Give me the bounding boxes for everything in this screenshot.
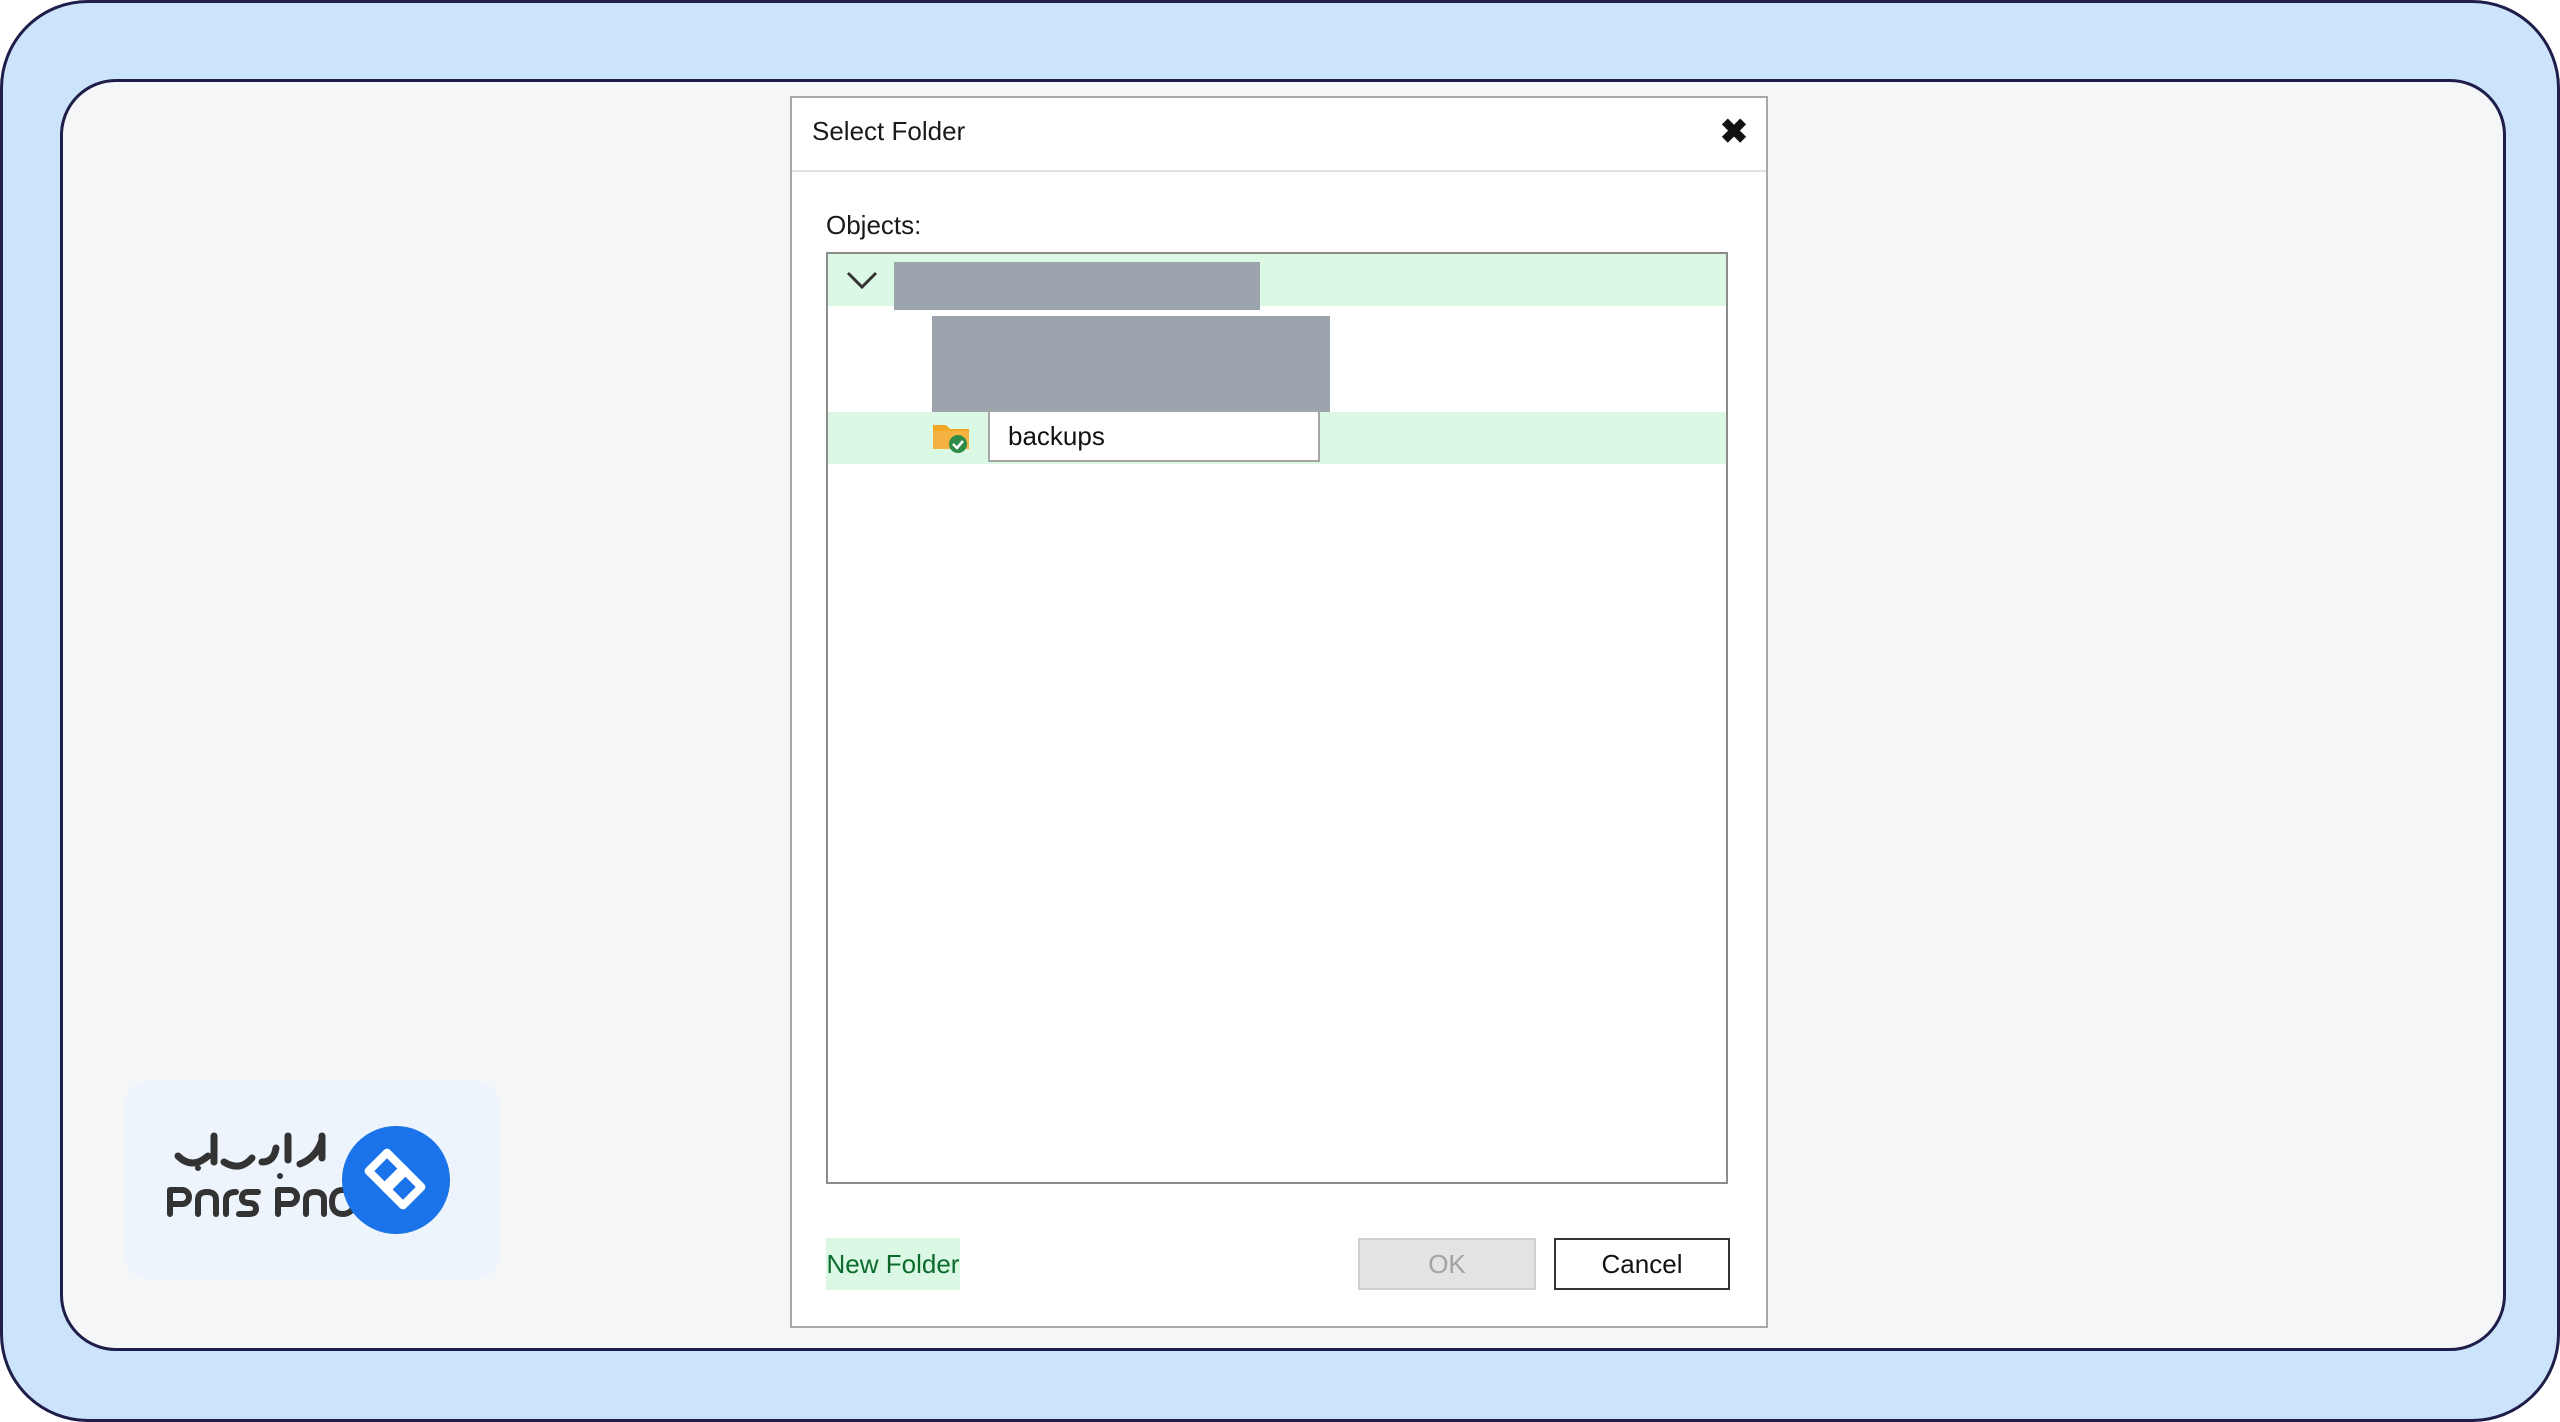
parspack-logo-mark (167, 1126, 450, 1234)
ok-button[interactable]: OK (1358, 1238, 1536, 1290)
cancel-button[interactable]: Cancel (1554, 1238, 1730, 1290)
redacted-root-label (894, 262, 1260, 310)
folder-icon (933, 425, 969, 453)
close-icon[interactable]: ✖ (1712, 110, 1756, 154)
folder-name-input[interactable] (988, 410, 1320, 462)
new-folder-button[interactable]: New Folder (826, 1238, 960, 1290)
chevron-down-icon[interactable] (844, 262, 880, 298)
dialog-title: Select Folder (812, 116, 966, 146)
tree-item-backups[interactable] (828, 410, 1726, 464)
parspack-logo (124, 1080, 500, 1280)
select-folder-dialog: Select Folder ✖ Objects: New Folder OK C… (790, 96, 1768, 1328)
objects-tree[interactable] (826, 252, 1728, 1184)
dialog-titlebar: Select Folder ✖ (792, 98, 1766, 172)
redacted-child-item (932, 316, 1330, 412)
objects-label: Objects: (826, 210, 922, 240)
